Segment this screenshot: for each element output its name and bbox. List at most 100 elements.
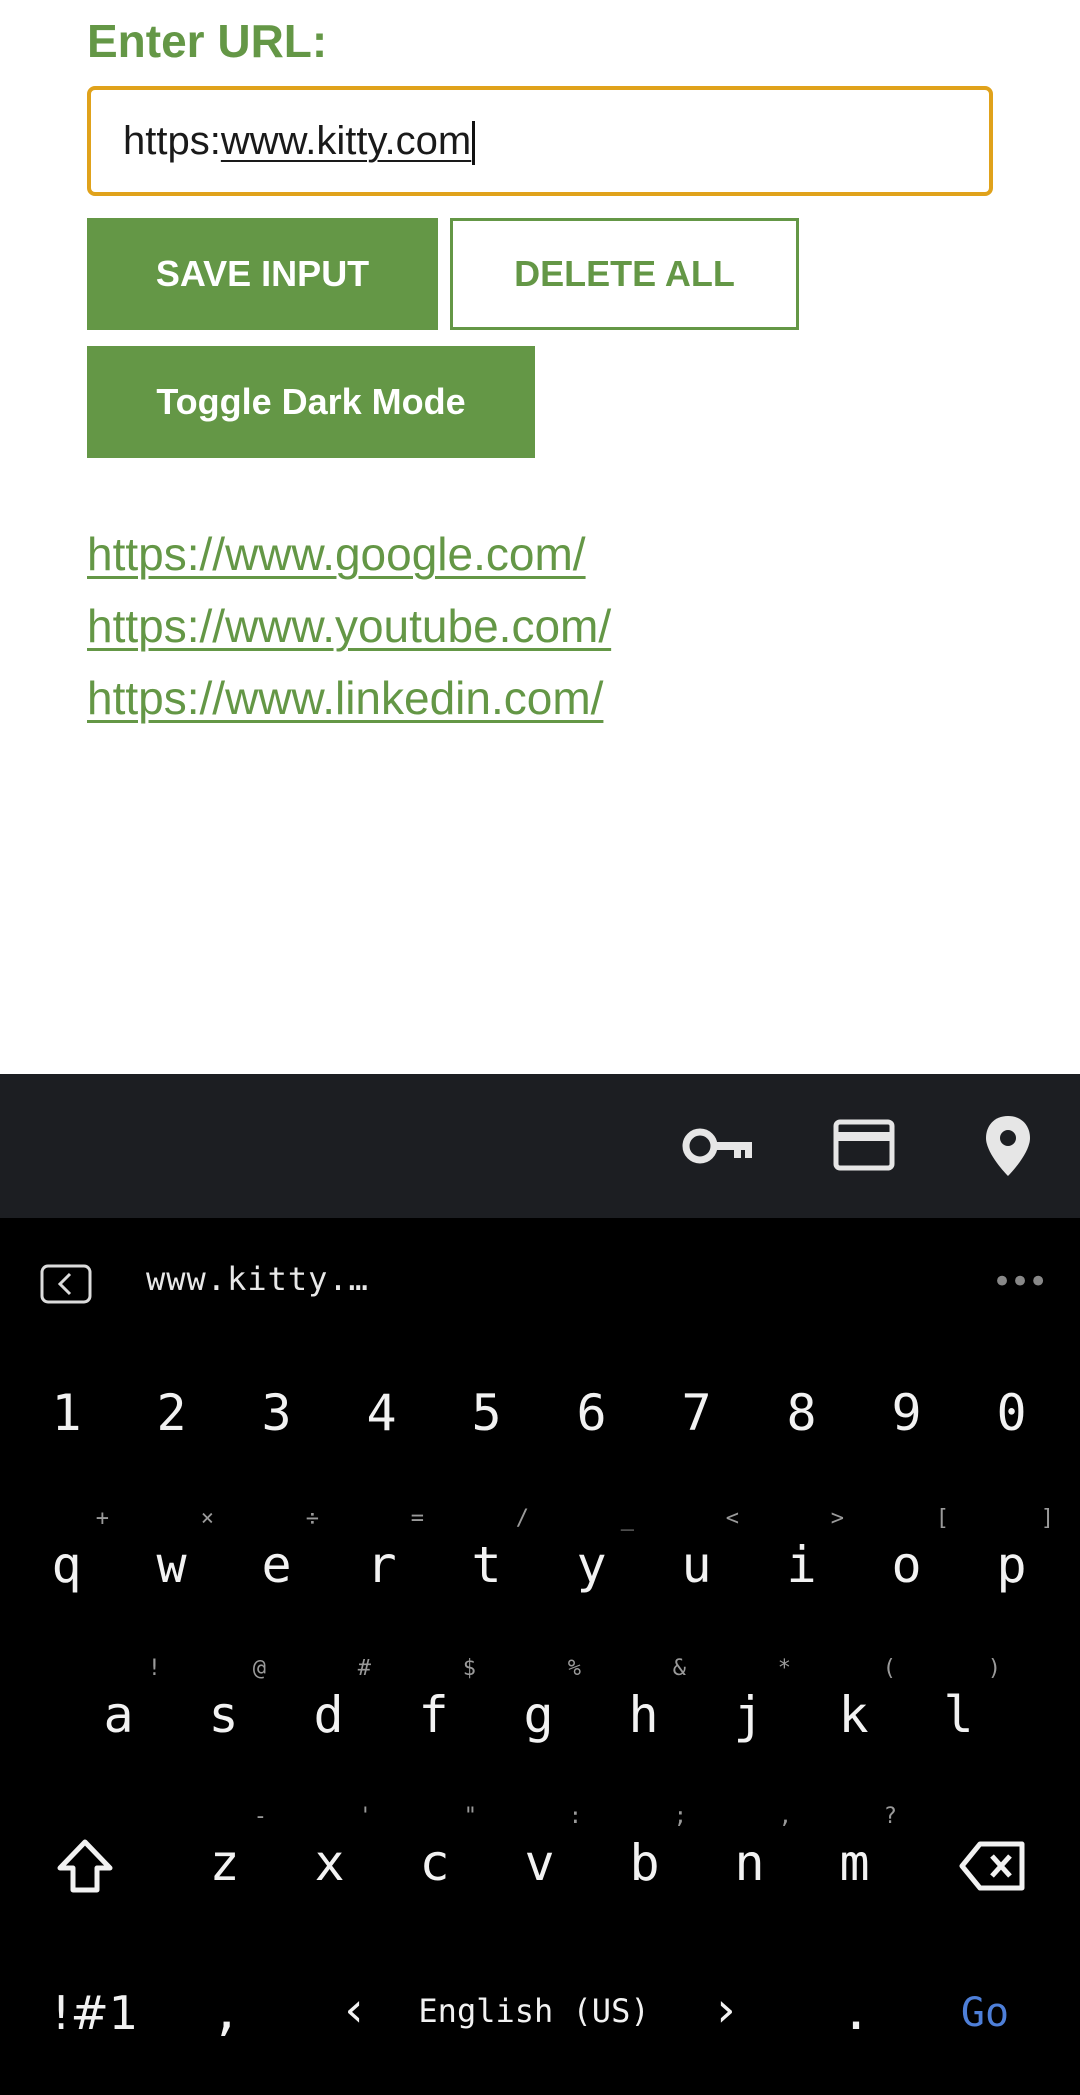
key[interactable]: j * xyxy=(696,1646,801,1786)
key-label: t xyxy=(471,1536,502,1594)
key-label: n xyxy=(734,1834,765,1892)
key[interactable]: t / xyxy=(434,1496,539,1636)
shift-icon[interactable] xyxy=(52,1834,118,1900)
key[interactable]: c " xyxy=(382,1794,487,1934)
go-key[interactable]: Go xyxy=(940,1990,1030,2036)
key[interactable]: v: xyxy=(487,1794,592,1934)
key[interactable]: e ÷ xyxy=(224,1496,329,1636)
delete-all-button[interactable]: DELETE ALL xyxy=(450,218,799,330)
key[interactable]: q + xyxy=(14,1496,119,1636)
key[interactable]: a! xyxy=(66,1646,171,1786)
key-label: b xyxy=(629,1834,660,1892)
key[interactable]: 5 xyxy=(434,1348,539,1478)
key[interactable]: 7 xyxy=(644,1348,749,1478)
key-hint: _ xyxy=(620,1506,634,1531)
key[interactable]: 2 xyxy=(119,1348,224,1478)
more-options-icon[interactable]: ••• xyxy=(992,1262,1048,1302)
key-label: x xyxy=(314,1834,345,1892)
key-hint: ? xyxy=(883,1804,897,1829)
key[interactable]: f $ xyxy=(381,1646,486,1786)
autofill-bar xyxy=(0,1074,1080,1218)
app-content: Enter URL: https:www.kitty.com SAVE INPU… xyxy=(0,0,1080,1074)
toggle-dark-mode-button[interactable]: Toggle Dark Mode xyxy=(87,346,535,458)
key[interactable]: x ' xyxy=(277,1794,382,1934)
key[interactable]: k( xyxy=(801,1646,906,1786)
key[interactable]: h & xyxy=(591,1646,696,1786)
language-prev-key[interactable]: ‹ xyxy=(334,1982,374,2038)
key-label: m xyxy=(839,1834,870,1892)
key-label: z xyxy=(209,1834,240,1892)
suggestion-strip: www.kitty.… ••• xyxy=(0,1218,1080,1348)
key-label: h xyxy=(628,1686,659,1744)
spacebar[interactable]: English (US) xyxy=(384,1992,684,2030)
key-label: u xyxy=(681,1536,712,1594)
language-next-key[interactable]: › xyxy=(706,1982,746,2038)
key[interactable]: 4 xyxy=(329,1348,434,1478)
key-hint: * xyxy=(777,1656,791,1681)
letter-row-2: a! s @ d # f $ g% h & j * k(l) xyxy=(0,1646,1080,1786)
key[interactable]: i > xyxy=(749,1496,854,1636)
key[interactable]: l) xyxy=(906,1646,1011,1786)
comma-key[interactable]: , xyxy=(196,1974,256,2044)
saved-link[interactable]: https://www.youtube.com/ xyxy=(87,590,611,662)
url-input[interactable]: https:www.kitty.com xyxy=(87,86,993,196)
save-input-button[interactable]: SAVE INPUT xyxy=(87,218,438,330)
key-hint: ( xyxy=(882,1656,896,1681)
key-label: 6 xyxy=(576,1384,607,1442)
key[interactable]: y _ xyxy=(539,1496,644,1636)
key-hint: ] xyxy=(1040,1506,1054,1531)
key[interactable]: u < xyxy=(644,1496,749,1636)
key-label: v xyxy=(524,1834,555,1892)
key-hint: ! xyxy=(147,1656,161,1681)
key[interactable]: g% xyxy=(486,1646,591,1786)
saved-link[interactable]: https://www.linkedin.com/ xyxy=(87,662,611,734)
key[interactable]: r = xyxy=(329,1496,434,1636)
key-hint: $ xyxy=(462,1656,476,1681)
key-label: w xyxy=(156,1536,187,1594)
key[interactable]: 8 xyxy=(749,1348,854,1478)
url-input-value[interactable]: https:www.kitty.com xyxy=(123,90,476,192)
suggestion-word[interactable]: www.kitty.… xyxy=(146,1260,369,1298)
location-pin-icon[interactable] xyxy=(968,1114,1048,1178)
key[interactable]: 9 xyxy=(854,1348,959,1478)
key-label: i xyxy=(786,1536,817,1594)
key[interactable]: 1 xyxy=(14,1348,119,1478)
key[interactable]: b; xyxy=(592,1794,697,1934)
backspace-icon[interactable] xyxy=(958,1838,1028,1894)
key[interactable]: 6 xyxy=(539,1348,644,1478)
key-label: 1 xyxy=(51,1384,82,1442)
key[interactable]: 0 xyxy=(959,1348,1064,1478)
key[interactable]: s @ xyxy=(171,1646,276,1786)
key[interactable]: n, xyxy=(697,1794,802,1934)
saved-link[interactable]: https://www.google.com/ xyxy=(87,518,611,590)
key-label: 5 xyxy=(471,1384,502,1442)
symbols-key[interactable]: !#1 xyxy=(40,1986,150,2040)
key-label: 4 xyxy=(366,1384,397,1442)
url-input-prefix: https: xyxy=(123,119,221,163)
key-label: p xyxy=(996,1536,1027,1594)
collapse-suggestions-icon[interactable] xyxy=(40,1264,92,1304)
key-label: 8 xyxy=(786,1384,817,1442)
key[interactable]: d # xyxy=(276,1646,381,1786)
soft-keyboard: www.kitty.… ••• 1234567890 q + w × e ÷ r = t / y _ u… xyxy=(0,1218,1080,2095)
key-label: q xyxy=(51,1536,82,1594)
key-hint: ; xyxy=(673,1804,687,1829)
key-label: y xyxy=(576,1536,607,1594)
key[interactable]: 3 xyxy=(224,1348,329,1478)
key[interactable]: m? xyxy=(802,1794,907,1934)
key-label: g xyxy=(523,1686,554,1744)
period-key[interactable]: . xyxy=(826,1974,886,2044)
key-label: d xyxy=(313,1686,344,1744)
key-hint: ) xyxy=(987,1656,1001,1681)
key-icon[interactable] xyxy=(680,1114,760,1178)
key-label: 0 xyxy=(996,1384,1027,1442)
key[interactable]: z- xyxy=(172,1794,277,1934)
key-hint: = xyxy=(410,1506,424,1531)
key[interactable]: p] xyxy=(959,1496,1064,1636)
key[interactable]: o[ xyxy=(854,1496,959,1636)
key-label: 2 xyxy=(156,1384,187,1442)
key-label: a xyxy=(103,1686,134,1744)
key[interactable]: w × xyxy=(119,1496,224,1636)
credit-card-icon[interactable] xyxy=(824,1114,904,1178)
key-label: 3 xyxy=(261,1384,292,1442)
